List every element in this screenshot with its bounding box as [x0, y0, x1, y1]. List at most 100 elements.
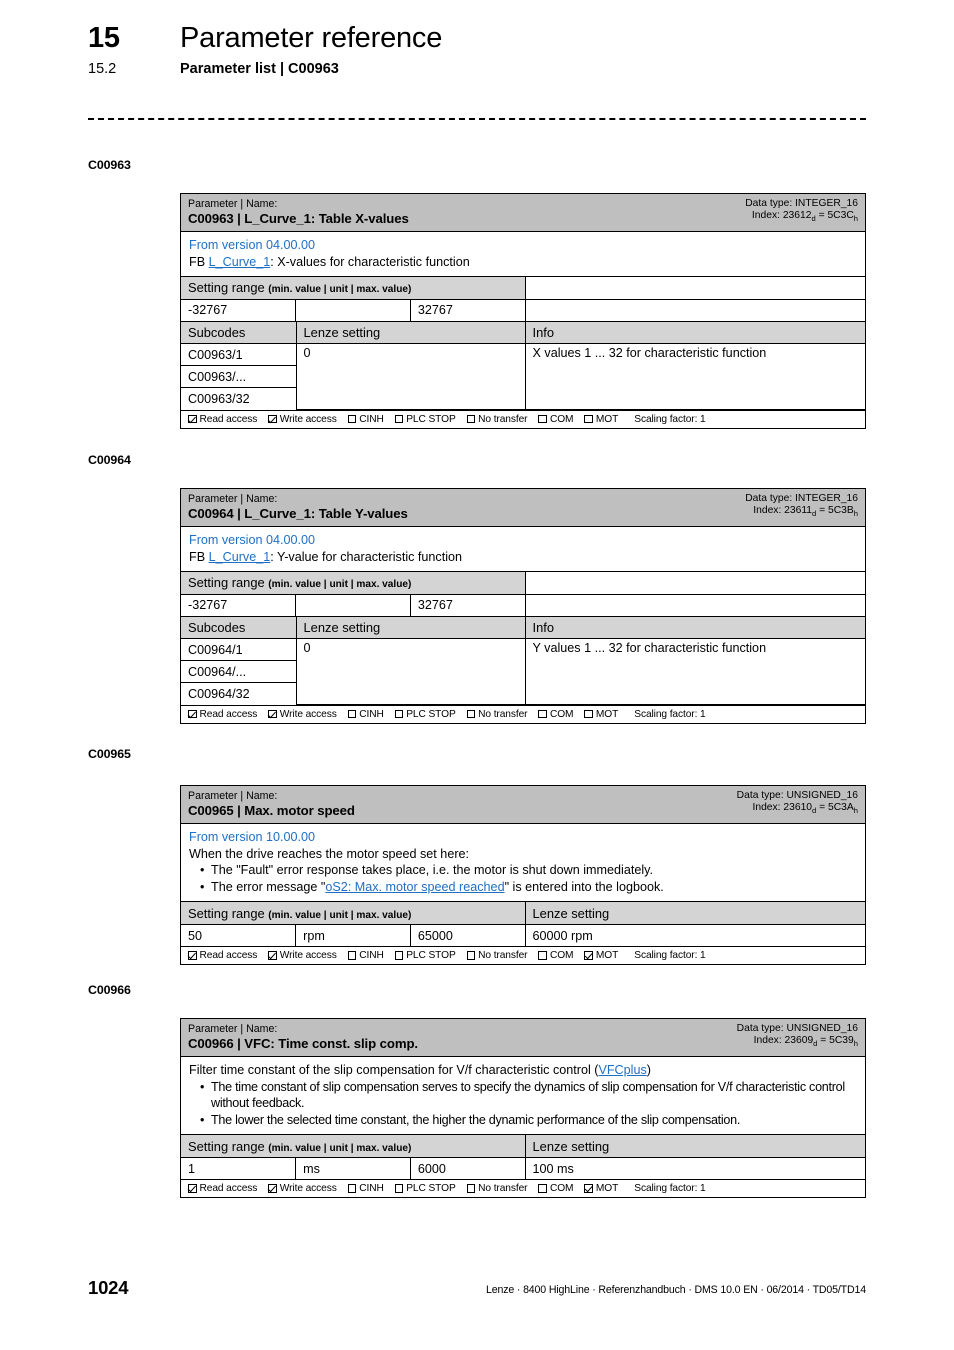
checkbox-unchecked-icon: [538, 709, 547, 719]
range-unit: [295, 593, 411, 617]
access-no-transfer: No transfer: [466, 414, 528, 425]
access-cinh: CINH: [347, 950, 384, 961]
description-bullets: The time constant of slip compensation s…: [189, 1079, 857, 1129]
parameter-header: Parameter | Name: C00965 | Max. motor sp…: [181, 786, 865, 824]
lenze-setting-value: 100 ms: [524, 1156, 865, 1180]
table-header-row: Subcodes Lenze setting Info: [181, 616, 865, 640]
page-header: 15 Parameter reference 15.2 Parameter li…: [88, 22, 888, 77]
subcodes-header: Subcodes: [181, 616, 297, 640]
index-value: Index: 23610d = 5C3Ah: [752, 802, 858, 816]
list-item: The "Fault" error response takes place, …: [189, 862, 857, 879]
checkbox-unchecked-icon: [347, 414, 357, 424]
access-flags-row: Read access Write access CINH PLC STOP N…: [181, 410, 865, 428]
checkbox-unchecked-icon: [394, 1184, 404, 1193]
index-value: Index: 23609d = 5C39h: [753, 1035, 858, 1049]
range-unit: rpm: [295, 923, 411, 947]
scaling-factor: Scaling factor: 1: [634, 949, 706, 961]
scaling-factor: Scaling factor: 1: [634, 708, 706, 720]
info-header: Info: [524, 321, 865, 345]
table-header-row: Subcodes Lenze setting Info: [181, 321, 865, 345]
empty-header-cell: [524, 277, 865, 300]
checkbox-unchecked-icon: [538, 951, 547, 960]
parameter-header: Parameter | Name: C00964 | L_Curve_1: Ta…: [181, 489, 865, 527]
access-plc-stop: PLC STOP: [394, 950, 456, 961]
parameter-box-c00964: Parameter | Name: C00964 | L_Curve_1: Ta…: [180, 488, 866, 724]
checkbox-unchecked-icon: [466, 951, 476, 960]
list-item: The time constant of slip compensation s…: [189, 1079, 857, 1112]
section-number: 15.2: [88, 61, 117, 77]
checkbox-unchecked-icon: [394, 414, 404, 424]
checkbox-unchecked-icon: [394, 709, 404, 719]
data-type: Data type: INTEGER_16: [745, 198, 858, 209]
parameter-box-c00963: Parameter | Name: C00963 | L_Curve_1: Ta…: [180, 193, 866, 429]
subcode-cell: C00963/...: [181, 365, 296, 389]
checkbox-checked-icon: [188, 709, 197, 719]
subcode-cell: C00963/32: [181, 387, 296, 410]
range-max: 32767: [409, 298, 526, 322]
parameter-box-c00966: Parameter | Name: C00966 | VFC: Time con…: [180, 1018, 866, 1198]
empty-cell: [524, 298, 865, 322]
access-flags-row: Read access Write access CINH PLC STOP N…: [181, 946, 865, 964]
table-header-row: Setting range (min. value | unit | max. …: [181, 1135, 865, 1158]
description-line: FB L_Curve_1: X-values for characteristi…: [189, 254, 470, 269]
chapter-title: Parameter reference: [180, 22, 443, 54]
access-flags-row: Read access Write access CINH PLC STOP N…: [181, 1179, 865, 1197]
fb-link[interactable]: L_Curve_1: [209, 255, 271, 269]
lenze-setting-value: 60000 rpm: [524, 923, 865, 947]
access-mot: MOT: [584, 1183, 618, 1194]
from-version: From version 10.00.00: [189, 830, 315, 844]
access-plc-stop: PLC STOP: [394, 414, 456, 425]
margin-tag-c00964: C00964: [88, 453, 131, 467]
subcode-cell: C00964/32: [181, 682, 296, 705]
page-number: 1024: [88, 1277, 129, 1298]
access-plc-stop: PLC STOP: [394, 709, 456, 720]
setting-range-table: Setting range (min. value | unit | max. …: [181, 277, 865, 322]
data-type: Data type: UNSIGNED_16: [736, 1023, 858, 1034]
range-min: 1: [181, 1156, 297, 1180]
range-max: 32767: [409, 593, 526, 617]
chapter-heading: 15 Parameter reference: [88, 22, 888, 55]
range-max: 65000: [409, 923, 526, 947]
checkbox-checked-icon: [188, 1184, 197, 1193]
setting-range-header: Setting range (min. value | unit | max. …: [181, 572, 526, 595]
checkbox-checked-icon: [268, 414, 277, 424]
empty-cell: [524, 593, 865, 617]
checkbox-checked-icon: [268, 1184, 277, 1193]
description-intro: Filter time constant of the slip compens…: [189, 1063, 651, 1077]
header-divider: [88, 118, 866, 120]
fb-link[interactable]: L_Curve_1: [209, 550, 271, 564]
vfcplus-link[interactable]: VFCplus: [598, 1063, 646, 1077]
from-version: From version 04.00.00: [189, 238, 315, 252]
parameter-meta: Data type: INTEGER_16 Index: 23611d = 5C…: [745, 493, 858, 521]
parameter-description: From version 04.00.00 FB L_Curve_1: Y-va…: [181, 527, 865, 573]
lenze-setting-header: Lenze setting: [295, 321, 526, 345]
checkbox-unchecked-icon: [466, 1184, 476, 1193]
section-title: Parameter list | C00963: [180, 61, 339, 77]
access-mot: MOT: [584, 709, 618, 720]
checkbox-checked-icon: [584, 951, 593, 960]
parameter-description: Filter time constant of the slip compens…: [181, 1057, 865, 1136]
parameter-description: From version 10.00.00 When the drive rea…: [181, 824, 865, 903]
subcode-info: Y values 1 ... 32 for characteristic fun…: [524, 638, 865, 706]
subcode-info: X values 1 ... 32 for characteristic fun…: [524, 343, 865, 411]
checkbox-unchecked-icon: [394, 951, 404, 960]
index-value: Index: 23611d = 5C3Bh: [753, 505, 858, 519]
lenze-setting-header: Lenze setting: [295, 616, 526, 640]
access-no-transfer: No transfer: [466, 709, 528, 720]
access-write: Write access: [268, 1183, 337, 1194]
setting-range-table: Setting range (min. value | unit | max. …: [181, 902, 865, 947]
range-unit: ms: [295, 1156, 411, 1180]
subcode-cell: C00963/1: [181, 343, 297, 367]
table-row: 1 ms 6000 100 ms: [181, 1156, 865, 1180]
setting-range-header: Setting range (min. value | unit | max. …: [181, 1135, 526, 1158]
access-mot: MOT: [584, 950, 618, 961]
error-message-link[interactable]: oS2: Max. motor speed reached: [325, 880, 504, 894]
table-row: -32767 32767: [181, 593, 865, 617]
access-cinh: CINH: [347, 709, 384, 720]
description-bullets: The "Fault" error response takes place, …: [189, 862, 857, 895]
scaling-factor: Scaling factor: 1: [634, 413, 706, 425]
access-no-transfer: No transfer: [466, 1183, 528, 1194]
from-version: From version 04.00.00: [189, 533, 315, 547]
access-plc-stop: PLC STOP: [394, 1183, 456, 1194]
access-read: Read access: [188, 414, 257, 425]
